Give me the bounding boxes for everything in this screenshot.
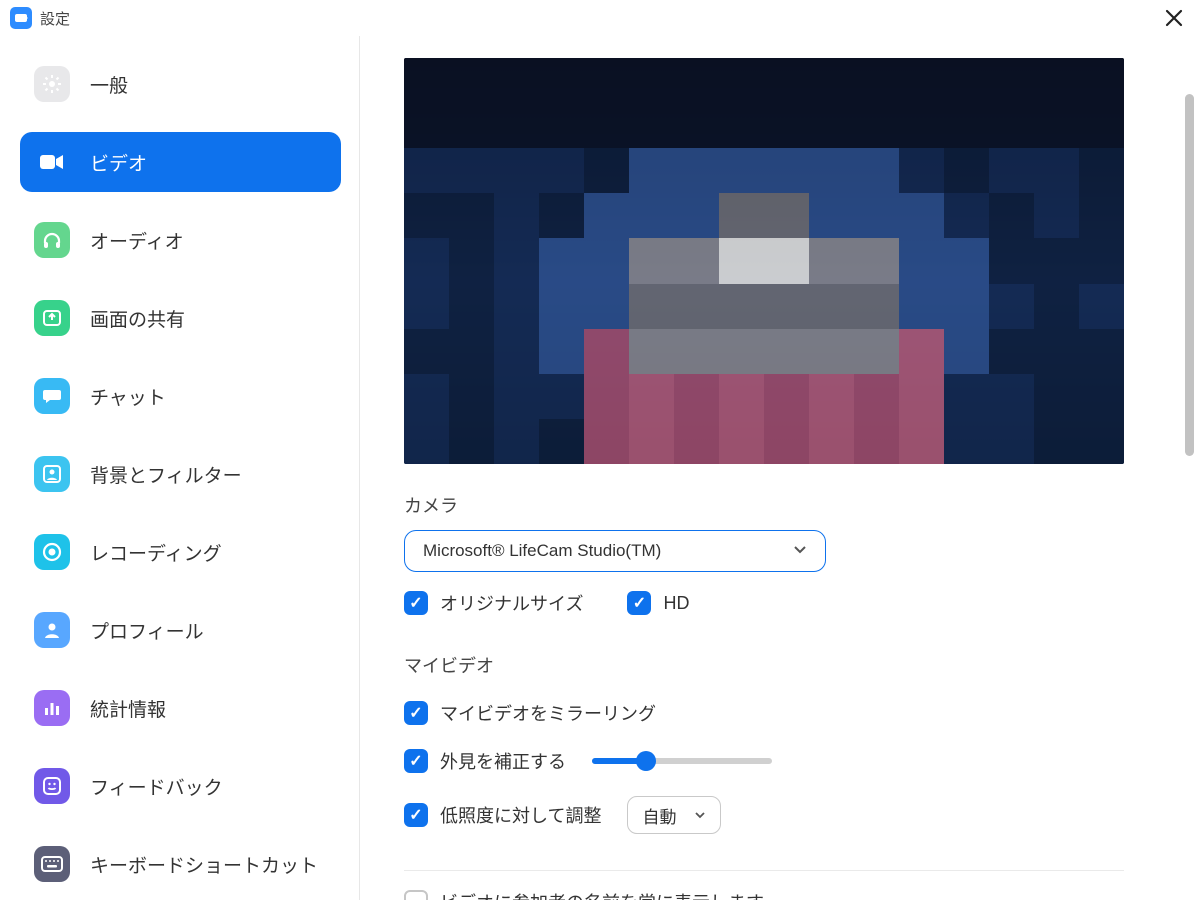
sidebar-item-audio[interactable]: オーディオ xyxy=(20,210,341,270)
app-icon xyxy=(10,7,32,29)
bar-chart-icon xyxy=(34,690,70,726)
original-size-label: オリジナルサイズ xyxy=(440,590,583,616)
sidebar-item-label: 背景とフィルター xyxy=(90,461,242,488)
record-icon xyxy=(34,534,70,570)
sidebar-item-label: 統計情報 xyxy=(90,695,166,722)
chat-icon xyxy=(34,378,70,414)
camera-select-value: Microsoft® LifeCam Studio(TM) xyxy=(423,541,661,561)
camera-select[interactable]: Microsoft® LifeCam Studio(TM) xyxy=(404,530,826,572)
titlebar: 設定 xyxy=(0,0,1200,36)
touch-up-slider[interactable] xyxy=(592,758,772,764)
check-icon: ✓ xyxy=(409,751,422,771)
user-box-icon xyxy=(34,456,70,492)
always-show-names-checkbox[interactable] xyxy=(404,890,428,900)
sidebar-item-profile[interactable]: プロフィール xyxy=(20,600,341,660)
sidebar-item-label: レコーディング xyxy=(90,539,222,566)
low-light-checkbox[interactable]: ✓ xyxy=(404,803,428,827)
smile-icon xyxy=(34,768,70,804)
close-icon xyxy=(1165,9,1183,27)
sidebar-item-label: プロフィール xyxy=(90,617,204,644)
always-show-names-label: ビデオに参加者の名前を常に表示します xyxy=(440,889,764,900)
low-light-mode-value: 自動 xyxy=(642,803,676,828)
video-icon xyxy=(34,144,70,180)
sidebar-item-feedback[interactable]: フィードバック xyxy=(20,756,341,816)
content-panel: カメラ Microsoft® LifeCam Studio(TM) ✓ オリジナ… xyxy=(360,36,1200,900)
screen-share-icon xyxy=(34,300,70,336)
sidebar-item-general[interactable]: 一般 xyxy=(20,54,341,114)
sidebar-item-background-filter[interactable]: 背景とフィルター xyxy=(20,444,341,504)
low-light-label: 低照度に対して調整 xyxy=(440,802,601,828)
sidebar-item-label: 一般 xyxy=(90,71,128,98)
touch-up-label: 外見を補正する xyxy=(440,748,566,774)
check-icon: ✓ xyxy=(409,805,422,825)
keyboard-icon xyxy=(34,846,70,882)
low-light-mode-select[interactable]: 自動 xyxy=(627,796,721,834)
sidebar-item-label: オーディオ xyxy=(90,227,184,254)
sidebar-item-keyboard-shortcuts[interactable]: キーボードショートカット xyxy=(20,834,341,894)
hd-checkbox[interactable]: ✓ xyxy=(627,591,651,615)
check-icon: ✓ xyxy=(409,703,422,723)
camera-section-title: カメラ xyxy=(404,492,1166,518)
chevron-down-icon xyxy=(694,806,706,824)
sidebar-item-video[interactable]: ビデオ xyxy=(20,132,341,192)
my-video-section-title: マイビデオ xyxy=(404,652,1166,678)
scrollbar-thumb[interactable] xyxy=(1185,94,1194,456)
sidebar-item-label: チャット xyxy=(90,383,166,410)
sidebar-item-label: ビデオ xyxy=(90,149,147,176)
divider xyxy=(404,870,1124,871)
sidebar-item-chat[interactable]: チャット xyxy=(20,366,341,426)
check-icon: ✓ xyxy=(409,593,422,613)
sidebar-item-recording[interactable]: レコーディング xyxy=(20,522,341,582)
sidebar-item-label: キーボードショートカット xyxy=(90,851,318,878)
sidebar-item-statistics[interactable]: 統計情報 xyxy=(20,678,341,738)
touch-up-checkbox[interactable]: ✓ xyxy=(404,749,428,773)
sidebar-item-label: フィードバック xyxy=(90,773,223,800)
sidebar-item-screen-share[interactable]: 画面の共有 xyxy=(20,288,341,348)
close-button[interactable] xyxy=(1158,2,1190,34)
sidebar-item-label: 画面の共有 xyxy=(90,305,185,332)
scrollbar[interactable] xyxy=(1185,94,1194,880)
hd-label: HD xyxy=(663,593,689,614)
mirror-video-checkbox[interactable]: ✓ xyxy=(404,701,428,725)
video-preview xyxy=(404,58,1124,464)
window-title: 設定 xyxy=(40,8,70,29)
gear-icon xyxy=(34,66,70,102)
profile-icon xyxy=(34,612,70,648)
sidebar: 一般 ビデオ オーディオ 画面の共有 チャット xyxy=(0,36,360,900)
original-size-checkbox[interactable]: ✓ xyxy=(404,591,428,615)
slider-thumb[interactable] xyxy=(636,751,656,771)
chevron-down-icon xyxy=(793,542,807,560)
headphones-icon xyxy=(34,222,70,258)
check-icon: ✓ xyxy=(633,593,646,613)
mirror-video-label: マイビデオをミラーリング xyxy=(440,700,656,726)
